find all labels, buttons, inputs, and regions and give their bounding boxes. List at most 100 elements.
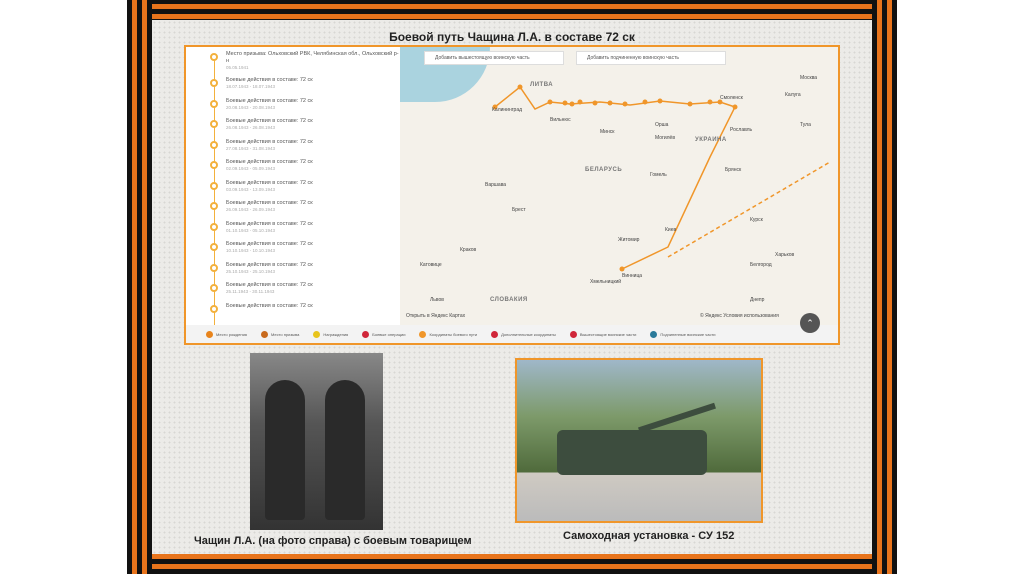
map-legend: Место рождения Место призыва Награждения Бо… [186,325,838,343]
timeline-item[interactable]: Боевые действия в составе: 72 ск 25.11.19… [206,282,400,303]
legend-item[interactable]: Вышестоящие воинские части [569,330,636,338]
map-city-label: Винница [622,273,643,279]
map[interactable]: Добавить вышестоящую воинскую часть Доба… [400,47,838,325]
route-dashed [667,161,831,258]
legend-item[interactable]: Место рождения [206,330,247,338]
timeline-text: Боевые действия в составе: 72 ск [226,261,313,268]
map-city-label: Житомир [618,237,640,243]
map-city-label: Орша [655,122,669,128]
timeline-item[interactable]: Боевые действия в составе: 72 ск 18.07.19… [206,77,400,98]
route-pin-icon[interactable] [547,99,553,105]
route-pin-icon[interactable] [642,99,648,105]
timeline-date: 20.08.1943 - 20.08.1943 [226,104,276,110]
timeline-text: Боевые действия в составе: 72 ск [226,282,313,288]
legend-label: Место призыва [270,331,300,337]
tank-gun [638,402,716,434]
ribbon-border-left [127,0,152,574]
timeline-text: Боевые действия в составе: 72 ск [226,97,313,104]
combat-path-widget: Место призыва: Ольховский РВК, Челябинск… [184,45,840,345]
photo-caption: Чащин Л.А. (на фото справа) с боевым тов… [194,535,472,547]
map-city-label: Калининград [492,107,523,113]
route-pin-icon[interactable] [732,104,738,110]
legend-label: Боевые операции [372,331,406,337]
map-city-label: Львов [430,297,444,303]
timeline-item[interactable]: Боевые действия в составе: 72 ск 26.08.19… [206,118,400,139]
timeline-item[interactable]: Место призыва: Ольховский РВК, Челябинск… [206,51,400,77]
map-city-label: Вильнюс [550,117,571,123]
timeline-text: Боевые действия в составе: 72 ск [226,118,313,124]
legend-marker-icon [313,330,321,338]
soldier-right [325,380,365,520]
legend-item[interactable]: Подчиненные воинские части [650,330,716,338]
timeline-dot-icon [210,222,218,231]
legend-label: Дополнительные координаты [501,331,556,337]
map-copyright: © Яндекс Условия использования [700,313,779,319]
timeline-dot-icon [210,284,218,292]
timeline-item[interactable]: Боевые действия в составе: 72 ск 27.08.19… [206,139,400,160]
map-city-label: Днепр [750,297,765,303]
timeline-text: Боевые действия в составе: 72 ск [226,77,313,83]
map-city-label: Тула [800,122,811,128]
soldiers-photo [250,353,383,530]
timeline-text: Место призыва: Ольховский РВК, Челябинск… [226,51,399,64]
legend-label: Подчиненные воинские части [660,331,716,337]
soldier-left [265,380,305,520]
open-yandex-link[interactable]: Открыть в Яндекс Картах [406,313,465,319]
timeline-item[interactable]: Боевые действия в составе: 72 ск 26.09.19… [206,200,400,221]
legend-label: Награждения [323,331,349,337]
map-city-label: Брест [512,207,526,213]
map-region-label: УКРАИНА [695,137,727,143]
timeline-date: 26.09.1943 - 26.09.1943 [226,207,276,212]
map-city-label: Белгород [750,262,772,268]
legend-item[interactable]: Награждения [313,330,349,338]
route-pin-icon[interactable] [569,101,575,107]
timeline-item[interactable]: Боевые действия в составе: 72 ск 02.09.19… [206,159,400,180]
legend-item[interactable]: Боевые операции [362,330,406,338]
timeline-item[interactable]: Боевые действия в составе: 72 ск [206,303,400,324]
su152-photo [515,358,763,523]
timeline-item[interactable]: Боевые действия в составе: 72 ск 25.10.19… [206,262,400,283]
timeline-dot-icon [210,120,218,128]
scroll-up-button[interactable]: ⌃ [800,313,820,333]
timeline-date: 18.07.1943 - 18.07.1943 [226,84,276,89]
tank-body [557,430,707,475]
map-city-label: Гомель [650,172,667,178]
legend-item[interactable]: Координаты боевого пути [419,330,478,338]
timeline-date: 25.11.1943 - 30.11.1943 [226,289,275,294]
timeline-item[interactable]: Боевые действия в составе: 72 ск 20.08.19… [206,98,400,119]
map-region-label: БЕЛАРУСЬ [585,167,623,173]
timeline-dot-icon [210,53,218,61]
route-pin-icon[interactable] [517,84,523,90]
timeline-dot-icon [210,79,218,87]
timeline-dot-icon [210,181,218,190]
timeline-date: 05.05.1941 [226,65,249,70]
timeline-date: 25.10.1943 - 25.10.1943 [226,268,276,274]
route-pin-icon[interactable] [607,100,613,106]
map-city-label: Брянск [725,167,742,173]
timeline-dot-icon [210,161,218,169]
timeline-dot-icon [210,243,218,251]
route-pin-icon[interactable] [577,99,583,105]
timeline-item[interactable]: Боевые действия в составе: 72 ск 10.10.19… [206,241,400,262]
route-pin-icon[interactable] [592,100,598,106]
timeline-dot-icon [210,304,218,313]
route-pin-icon[interactable] [687,101,693,107]
route-pin-icon[interactable] [707,99,713,105]
legend-item[interactable]: Место призыва [260,330,300,338]
timeline-dot-icon [210,263,218,272]
legend-item[interactable]: Дополнительные координаты [491,330,556,338]
legend-marker-icon [569,330,577,338]
legend-marker-icon [419,330,427,338]
route-pin-icon[interactable] [622,101,628,107]
timeline-list[interactable]: Место призыва: Ольховский РВК, Челябинск… [186,47,400,325]
timeline-item[interactable]: Боевые действия в составе: 72 ск 03.09.19… [206,180,400,201]
route-pin-icon[interactable] [562,100,568,106]
route-pin-icon[interactable] [657,98,663,104]
timeline-item[interactable]: Боевые действия в составе: 72 ск 01.10.19… [206,221,400,242]
map-city-label: Курск [750,217,763,223]
legend-marker-icon [491,330,499,338]
legend-label: Координаты боевого пути [429,331,478,337]
route-pin-icon[interactable] [619,266,625,272]
timeline-text: Боевые действия в составе: 72 ск [226,220,313,227]
map-city-label: Катовице [420,262,442,268]
